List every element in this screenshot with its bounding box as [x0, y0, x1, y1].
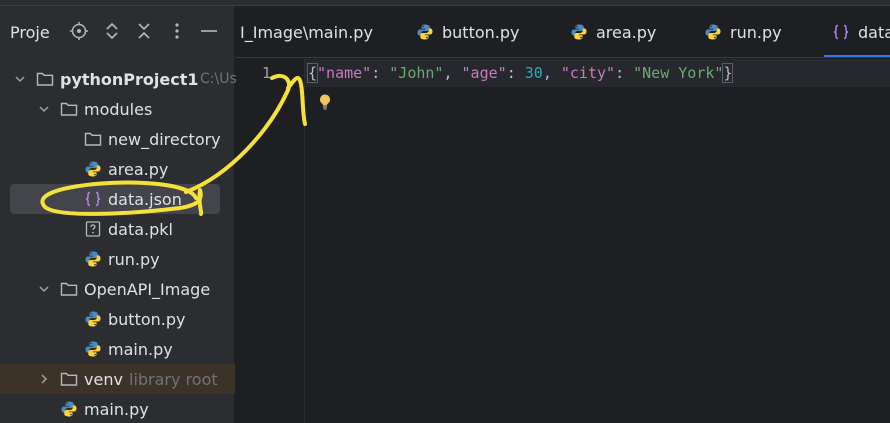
- unknown-file-icon: [84, 220, 102, 238]
- json-file-icon: [84, 190, 102, 208]
- tree-item-button-py[interactable]: button.py: [0, 304, 235, 334]
- tab-run-py[interactable]: run.py: [704, 6, 782, 57]
- tree-item-root-main-py[interactable]: main.py: [0, 394, 235, 423]
- expand-collapse-icon[interactable]: [101, 20, 123, 42]
- tree-item-venv[interactable]: venv library root: [0, 364, 235, 394]
- tree-item-main-py[interactable]: main.py: [0, 334, 235, 364]
- tree-item-label: modules: [84, 99, 153, 119]
- code-colon: :: [615, 64, 634, 82]
- python-file-icon: [84, 340, 102, 358]
- project-panel: Proje pythonProject1 C:\Us modules new_d…: [0, 6, 237, 423]
- tree-item-pythonproject1[interactable]: pythonProject1 C:\Us: [0, 64, 237, 94]
- tab-label: button.py: [442, 22, 520, 42]
- tree-item-label: OpenAPI_Image: [84, 279, 211, 299]
- project-panel-title[interactable]: Proje: [10, 23, 50, 42]
- tree-item-label: main.py: [108, 339, 173, 359]
- tree-item-label: main.py: [84, 399, 149, 419]
- folder-icon: [84, 130, 102, 148]
- folder-icon: [60, 370, 78, 388]
- tree-item-data-pkl[interactable]: data.pkl: [0, 214, 235, 244]
- tree-item-openapi-image[interactable]: OpenAPI_Image: [0, 274, 235, 304]
- tree-item-label: area.py: [108, 159, 169, 179]
- code-editor[interactable]: 1 {"name": "John", "age": 30, "city": "N…: [236, 59, 890, 423]
- tree-item-label: new_directory: [108, 129, 221, 149]
- chevron-down-icon[interactable]: [37, 282, 51, 296]
- code-value-age: 30: [524, 64, 543, 82]
- line-number: 1: [262, 64, 272, 82]
- tree-item-run-py[interactable]: run.py: [0, 244, 235, 274]
- tree-item-area-py[interactable]: area.py: [0, 154, 235, 184]
- code-colon: :: [506, 64, 525, 82]
- tab-data-json[interactable]: data: [823, 6, 890, 57]
- tree-item-label: venv: [84, 369, 123, 389]
- code-key-name: "name": [317, 64, 372, 82]
- tab-label: I_Image\main.py: [240, 22, 373, 42]
- tree-item-path-hint: C:\Us: [200, 71, 237, 87]
- python-file-icon: [84, 310, 102, 328]
- tree-item-data-json[interactable]: data.json: [10, 184, 220, 214]
- json-file-icon: [832, 23, 850, 41]
- python-file-icon: [84, 250, 102, 268]
- chevron-down-icon[interactable]: [37, 102, 51, 116]
- collapse-all-icon[interactable]: [133, 20, 155, 42]
- python-file-icon: [416, 23, 434, 41]
- folder-icon: [60, 100, 78, 118]
- code-colon: :: [371, 64, 390, 82]
- tree-item-label: pythonProject1: [60, 69, 199, 89]
- code-key-age: "age": [461, 64, 507, 82]
- code-close-brace: }: [722, 63, 734, 83]
- code-comma: ,: [443, 64, 462, 82]
- chevron-right-icon[interactable]: [37, 372, 51, 386]
- editor-tab-bar: I_Image\main.py button.py area.py run.py…: [236, 6, 890, 58]
- chevron-down-icon[interactable]: [13, 72, 27, 86]
- python-file-icon: [60, 400, 78, 418]
- tree-item-label: data.json: [108, 189, 182, 209]
- tree-item-hint: library root: [129, 369, 218, 389]
- code-comma: ,: [542, 64, 561, 82]
- code-value-city: "New York": [633, 64, 724, 82]
- tab-label: run.py: [730, 22, 782, 42]
- folder-icon: [36, 70, 54, 88]
- tree-item-label: button.py: [108, 309, 186, 329]
- tab-button-py[interactable]: button.py: [416, 6, 520, 57]
- tab-area-py[interactable]: area.py: [570, 6, 657, 57]
- code-key-city: "city": [560, 64, 616, 82]
- minimize-icon[interactable]: [198, 20, 220, 42]
- code-value-name: "John": [389, 64, 444, 82]
- code-line-1[interactable]: {"name": "John", "age": 30, "city": "New…: [306, 63, 734, 83]
- gutter-divider: [304, 59, 305, 423]
- project-panel-header: Proje: [0, 6, 235, 58]
- more-icon[interactable]: [166, 20, 188, 42]
- code-open-brace: {: [306, 63, 319, 83]
- python-file-icon: [570, 23, 588, 41]
- tree-item-label: data.pkl: [108, 219, 173, 239]
- tab-label: area.py: [596, 22, 657, 42]
- tab-label: data: [858, 22, 890, 42]
- python-file-icon: [84, 160, 102, 178]
- python-file-icon: [704, 23, 722, 41]
- tree-item-new-directory[interactable]: new_directory: [0, 124, 235, 154]
- folder-icon: [60, 280, 78, 298]
- tree-item-modules[interactable]: modules: [0, 94, 235, 124]
- tab-openapi-image-main-py[interactable]: I_Image\main.py: [240, 6, 373, 57]
- locate-icon[interactable]: [68, 20, 90, 42]
- lightbulb-icon[interactable]: [318, 93, 332, 115]
- tree-item-label: run.py: [108, 249, 160, 269]
